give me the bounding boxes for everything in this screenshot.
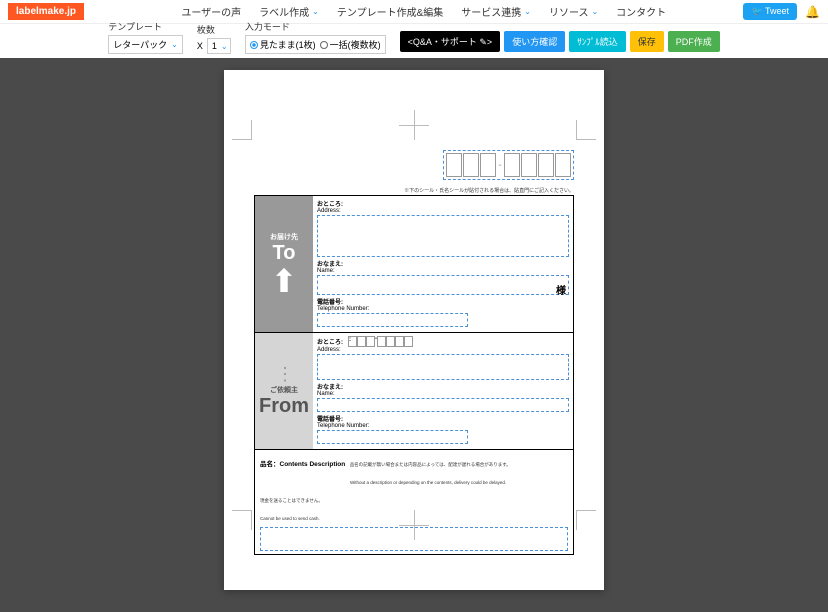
template-label: テンプレート [108, 20, 183, 33]
from-name-input[interactable] [317, 398, 569, 412]
mode-asis-radio[interactable]: 見たまま(1枚) [250, 38, 316, 51]
template-select[interactable]: レターパック⌄ [108, 35, 183, 54]
input-mode-label: 入力モード [245, 20, 386, 33]
save-button[interactable]: 保存 [630, 31, 664, 52]
to-sidebar: お届け先 To ⬆ [255, 196, 313, 332]
canvas: - ※下のシール・氏名シールが貼付される場合は、貼直門にご記入ください。 お届け… [0, 58, 828, 612]
nav-service-link[interactable]: サービス連携⌄ [461, 4, 531, 19]
nav-label-create[interactable]: ラベル作成⌄ [259, 4, 319, 19]
nav-template-edit[interactable]: テンプレート作成&編集 [337, 4, 443, 19]
usage-button[interactable]: 使い方確認 [504, 31, 565, 52]
crop-mark [576, 120, 596, 140]
chevron-down-icon: ⌄ [221, 42, 228, 51]
to-phone-input[interactable] [317, 313, 468, 327]
crop-mark [576, 510, 596, 530]
chevron-down-icon: ⌄ [524, 7, 531, 16]
shipping-form: お届け先 To ⬆ おところ Address おなまえ Name [254, 195, 574, 555]
tweet-button[interactable]: 🐦 Tweet [743, 3, 797, 20]
from-address-input[interactable] [317, 354, 569, 380]
from-phone-input[interactable] [317, 430, 468, 444]
sheets-label: 枚数 [197, 23, 231, 36]
from-sidebar: ⋮ ご依頼主 From [255, 333, 313, 449]
contents-input[interactable] [260, 527, 568, 551]
pdf-button[interactable]: PDF作成 [668, 31, 720, 52]
sama-suffix: 様 [556, 282, 566, 297]
crop-mark [232, 510, 252, 530]
nav-resource[interactable]: リソース⌄ [549, 4, 598, 19]
bell-icon[interactable]: 🔔 [805, 5, 820, 19]
crop-mark [232, 120, 252, 140]
chevron-down-icon: ⌄ [171, 40, 178, 49]
from-postal-input[interactable]: - [348, 336, 413, 347]
arrow-up-icon: ⬆ [271, 265, 298, 297]
to-name-input[interactable] [317, 275, 569, 295]
mode-batch-radio[interactable]: 一括(複数枚) [320, 38, 381, 51]
chevron-down-icon: ⌄ [312, 7, 319, 16]
label-page: - ※下のシール・氏名シールが貼付される場合は、貼直門にご記入ください。 お届け… [224, 70, 604, 590]
chevron-down-icon: ⌄ [591, 7, 598, 16]
qa-button[interactable]: <Q&A・サポート ✎> [400, 31, 501, 52]
nav-contact[interactable]: コンタクト [616, 4, 666, 19]
to-address-input[interactable] [317, 215, 569, 257]
top-note: ※下のシール・氏名シールが貼付される場合は、貼直門にご記入ください。 [404, 187, 574, 194]
nav-users-voice[interactable]: ユーザーの声 [181, 4, 241, 19]
crop-cross [399, 110, 429, 140]
main-nav: ユーザーの声 ラベル作成⌄ テンプレート作成&編集 サービス連携⌄ リソース⌄ … [104, 4, 743, 19]
logo[interactable]: labelmake.jp [8, 3, 84, 20]
x-label: X [197, 41, 203, 51]
sample-button[interactable]: ｻﾝﾌﾟﾙ読込 [569, 31, 626, 52]
sheets-select[interactable]: 1⌄ [207, 38, 231, 54]
postal-code-input[interactable]: - [443, 150, 574, 180]
